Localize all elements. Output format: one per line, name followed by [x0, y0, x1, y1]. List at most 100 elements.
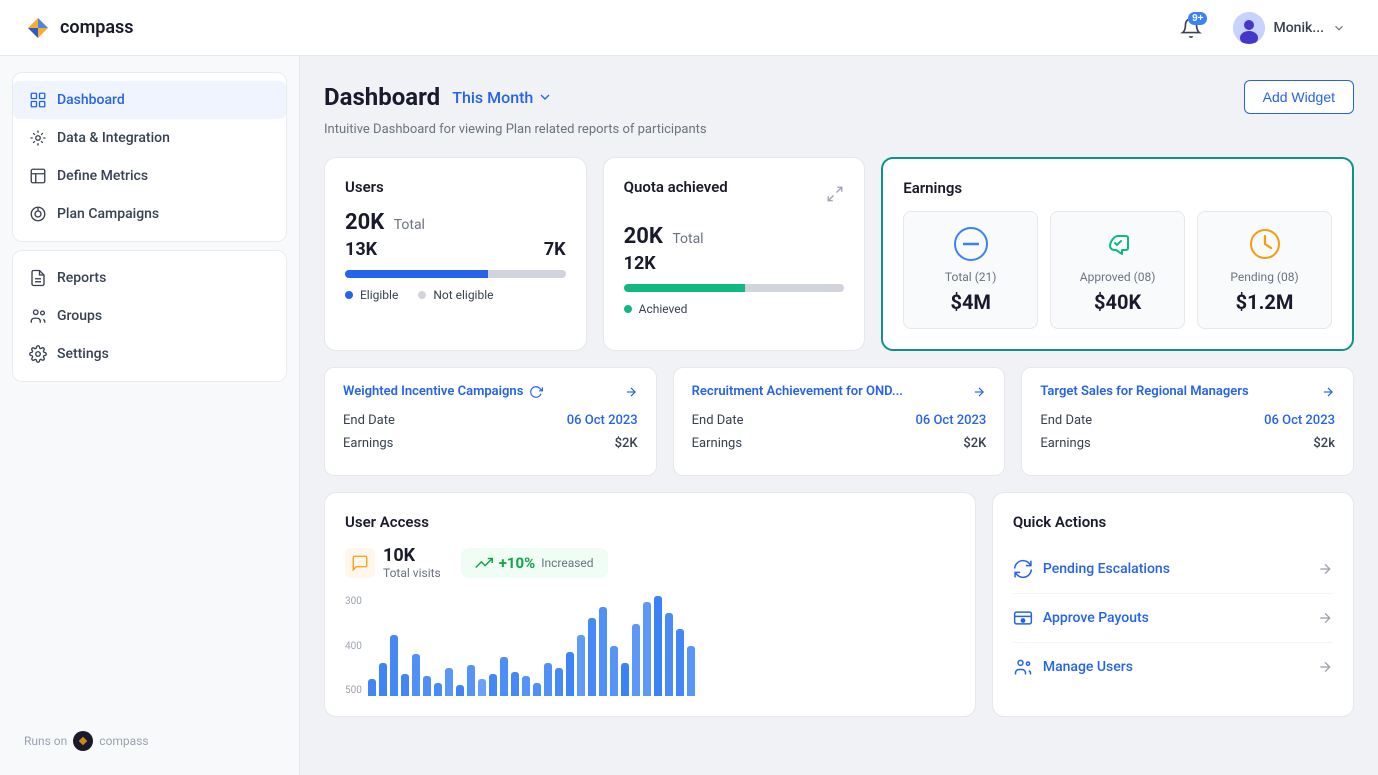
sidebar-item-groups[interactable]: Groups — [13, 297, 286, 335]
bar-item — [445, 668, 453, 696]
campaign-title-0: Weighted Incentive Campaigns — [343, 384, 638, 399]
quick-action-approve-payouts[interactable]: Approve Payouts — [1013, 594, 1333, 643]
earnings-card-title: Earnings — [903, 179, 1332, 197]
bar-item — [379, 663, 387, 696]
quota-total: 20K Total — [624, 224, 845, 249]
earning-item-total: Total (21) $4M — [903, 211, 1038, 329]
user-access-title: User Access — [345, 513, 955, 531]
sidebar-item-define-metrics[interactable]: Define Metrics — [13, 157, 286, 195]
bar-item — [434, 683, 442, 696]
quota-progress-remaining — [745, 284, 844, 292]
sidebar-item-reports[interactable]: Reports — [13, 259, 286, 297]
runs-on-compass-icon — [77, 735, 89, 747]
campaigns-row: Weighted Incentive Campaigns End Date 06… — [324, 367, 1354, 476]
user-name: Monik... — [1273, 20, 1324, 36]
bottom-row: User Access 10K Total visits — [324, 492, 1354, 717]
bar-item — [368, 679, 376, 696]
bar-item — [522, 676, 530, 696]
approve-payouts-icon — [1013, 608, 1033, 628]
legend-not-eligible: Not eligible — [418, 288, 493, 302]
manage-users-icon — [1013, 657, 1033, 677]
quick-action-pending-escalations[interactable]: Pending Escalations — [1013, 545, 1333, 594]
approved-earnings-icon — [1100, 226, 1136, 262]
compass-logo-icon — [24, 14, 52, 42]
sidebar: Dashboard Data & Integration Define Metr… — [0, 56, 300, 775]
sidebar-label-groups: Groups — [57, 308, 102, 324]
reports-icon — [29, 269, 47, 287]
user-menu[interactable]: Monik... — [1225, 8, 1354, 48]
trend-up-icon — [475, 554, 493, 572]
stat-increased: +10% Increased — [461, 548, 608, 578]
define-metrics-icon — [29, 167, 47, 185]
sidebar-item-settings[interactable]: Settings — [13, 335, 286, 373]
quick-action-manage-users[interactable]: Manage Users — [1013, 643, 1333, 691]
campaign-row-earnings-2: Earnings $2k — [1040, 436, 1335, 451]
bar-item — [566, 652, 574, 696]
add-widget-button[interactable]: Add Widget — [1244, 80, 1354, 114]
expand-icon[interactable] — [826, 185, 844, 203]
bar-item — [599, 607, 607, 696]
settings-icon — [29, 345, 47, 363]
earning-label-pending: Pending (08) — [1212, 270, 1317, 284]
pending-earnings-icon — [1247, 226, 1283, 262]
arrow-right-icon-0[interactable] — [624, 385, 638, 399]
logo-text: compass — [60, 17, 134, 38]
quota-card: Quota achieved 20K Total 12K — [603, 157, 866, 351]
page-title: Dashboard — [324, 83, 440, 111]
sidebar-item-data-integration[interactable]: Data & Integration — [13, 119, 286, 157]
campaign-card-1: Recruitment Achievement for OND... End D… — [673, 367, 1006, 476]
runs-on-logo — [73, 731, 93, 751]
users-progress-bar — [345, 270, 566, 278]
campaign-title-2: Target Sales for Regional Managers — [1040, 384, 1335, 399]
manage-users-label: Manage Users — [1043, 659, 1133, 675]
month-selector-label: This Month — [452, 88, 533, 107]
arrow-right-icon-2[interactable] — [1321, 385, 1335, 399]
bar-chart-axis: 500 400 300 — [345, 596, 362, 696]
quota-header: Quota achieved — [624, 178, 845, 210]
earnings-grid: Total (21) $4M Approved (08) $40K — [903, 211, 1332, 329]
bar-item — [610, 646, 618, 696]
topnav-right: 9+ Monik... — [1173, 8, 1354, 48]
quota-card-title: Quota achieved — [624, 178, 728, 196]
sidebar-item-plan-campaigns[interactable]: Plan Campaigns — [13, 195, 286, 233]
notification-button[interactable]: 9+ — [1173, 10, 1209, 46]
total-visits-label: Total visits — [383, 566, 441, 580]
earning-label-approved: Approved (08) — [1065, 270, 1170, 284]
bar-chart-container: 500 400 300 — [345, 596, 955, 696]
sidebar-label-data-integration: Data & Integration — [57, 130, 170, 146]
progress-not-eligible — [488, 270, 565, 278]
campaign-title-1: Recruitment Achievement for OND... — [692, 384, 987, 399]
quick-actions-title: Quick Actions — [1013, 513, 1333, 531]
quick-actions-card: Quick Actions Pending Escalations — [992, 492, 1354, 717]
not-eligible-dot — [418, 291, 426, 299]
sidebar-item-dashboard[interactable]: Dashboard — [13, 81, 286, 119]
users-total: 20K Total — [345, 210, 566, 235]
dashboard-icon — [29, 91, 47, 109]
sidebar-label-settings: Settings — [57, 346, 109, 362]
arrow-right-icon-1[interactable] — [972, 385, 986, 399]
bar-item — [687, 646, 695, 696]
campaign-card-2: Target Sales for Regional Managers End D… — [1021, 367, 1354, 476]
bar-item — [390, 635, 398, 696]
bar-item — [577, 635, 585, 696]
page-subtitle: Intuitive Dashboard for viewing Plan rel… — [324, 122, 1354, 137]
quota-progress-achieved — [624, 284, 745, 292]
bar-item — [511, 672, 519, 696]
bar-item — [665, 613, 673, 696]
quota-progress-bar — [624, 284, 845, 292]
earnings-card: Earnings Total (21) $4M — [881, 157, 1354, 351]
bar-item — [676, 629, 684, 696]
increased-label: Increased — [541, 556, 593, 570]
cards-row: Users 20K Total 13K 7K Eligible — [324, 157, 1354, 351]
access-stats: 10K Total visits +10% Increased — [345, 545, 955, 580]
campaign-row-earnings-1: Earnings $2K — [692, 436, 987, 451]
earning-value-pending: $1.2M — [1212, 290, 1317, 314]
month-selector[interactable]: This Month — [452, 88, 553, 107]
campaign-row-date-1: End Date 06 Oct 2023 — [692, 413, 987, 428]
refresh-icon-0[interactable] — [529, 385, 543, 399]
legend-achieved: Achieved — [624, 302, 688, 316]
sidebar-secondary-section: Reports Groups Settings — [12, 250, 287, 382]
quota-counts: 12K — [624, 253, 845, 274]
bar-item — [632, 624, 640, 696]
increased-pct: +10% — [499, 554, 535, 572]
